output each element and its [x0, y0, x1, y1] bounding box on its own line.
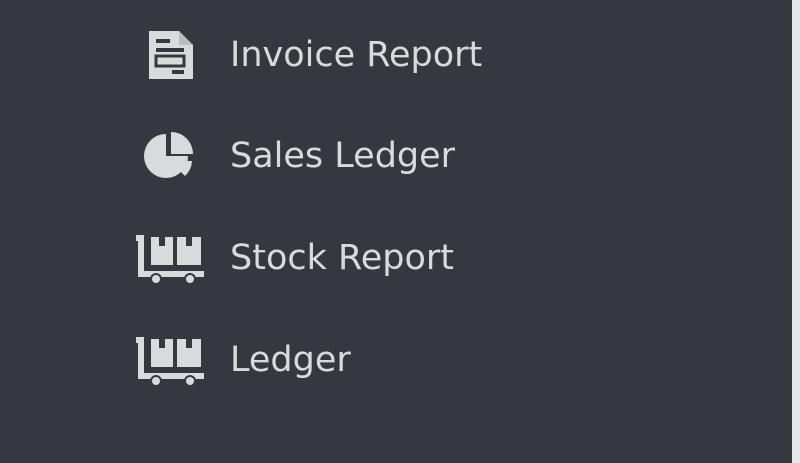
sidebar-item-label: Sales Ledger — [230, 135, 456, 176]
sidebar-menu: Invoice Report Sales Ledger Stock Report… — [0, 0, 792, 463]
sidebar-item-stock-report[interactable]: Stock Report — [0, 213, 792, 303]
scrollbar-track[interactable] — [792, 0, 800, 463]
sidebar-item-sales-ledger[interactable]: Sales Ledger — [0, 111, 792, 201]
sidebar-item-label: Stock Report — [230, 237, 455, 278]
sidebar-item-label: Ledger — [230, 339, 351, 380]
pie-chart-icon — [134, 126, 208, 186]
document-icon — [134, 25, 208, 85]
sidebar-item-ledger[interactable]: Ledger — [0, 315, 792, 405]
dolly-cart-icon — [134, 330, 208, 390]
dolly-cart-icon — [134, 228, 208, 288]
sidebar-item-invoice-report[interactable]: Invoice Report — [0, 10, 792, 100]
sidebar-item-label: Invoice Report — [230, 34, 483, 75]
